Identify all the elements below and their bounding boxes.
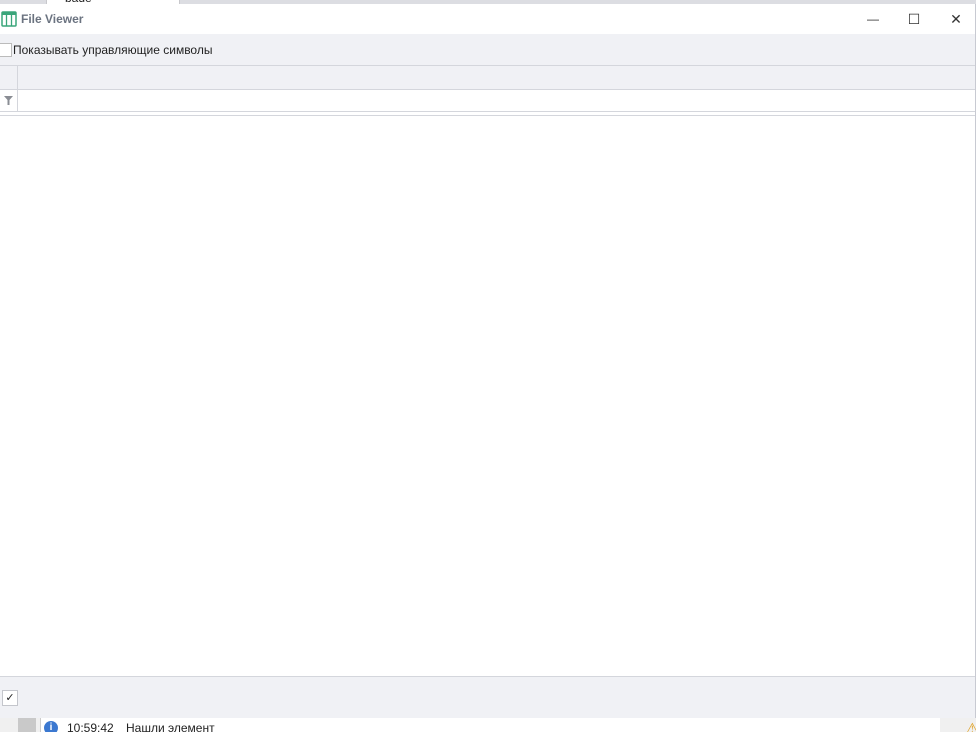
table-icon [1, 11, 17, 27]
grid-body[interactable] [0, 115, 975, 677]
file-viewer-window: File Viewer — ☐ ✕ Показывать управляющие… [0, 4, 976, 718]
row-indicator-header [0, 66, 18, 89]
close-button[interactable]: ✕ [936, 8, 976, 30]
filter-icon [0, 90, 18, 111]
filter-input[interactable] [18, 90, 975, 111]
show-control-chars-label[interactable]: Показывать управляющие символы [13, 43, 212, 57]
toolbar: Показывать управляющие символы [0, 34, 975, 65]
warning-icon: ⚠ [966, 720, 976, 732]
log-time: 10:59:42 [67, 721, 114, 732]
maximize-button[interactable]: ☐ [894, 8, 934, 30]
background-log-row: i 10:59:42 Нашли элемент ⚠ [0, 718, 976, 732]
auto-filter-row [0, 90, 975, 112]
window-title: File Viewer [21, 12, 84, 26]
show-control-chars-checkbox[interactable] [0, 42, 12, 57]
minimize-button[interactable]: — [853, 8, 893, 30]
ok-button[interactable]: ✓ [2, 689, 18, 706]
footer-panel: ✓ [0, 676, 975, 718]
column-header[interactable] [18, 66, 975, 89]
info-icon: i [44, 721, 58, 732]
grid-header-row [0, 65, 975, 90]
log-message: Нашли элемент [126, 721, 215, 732]
title-bar[interactable]: File Viewer — ☐ ✕ [0, 4, 975, 34]
log-gutter [18, 718, 36, 732]
